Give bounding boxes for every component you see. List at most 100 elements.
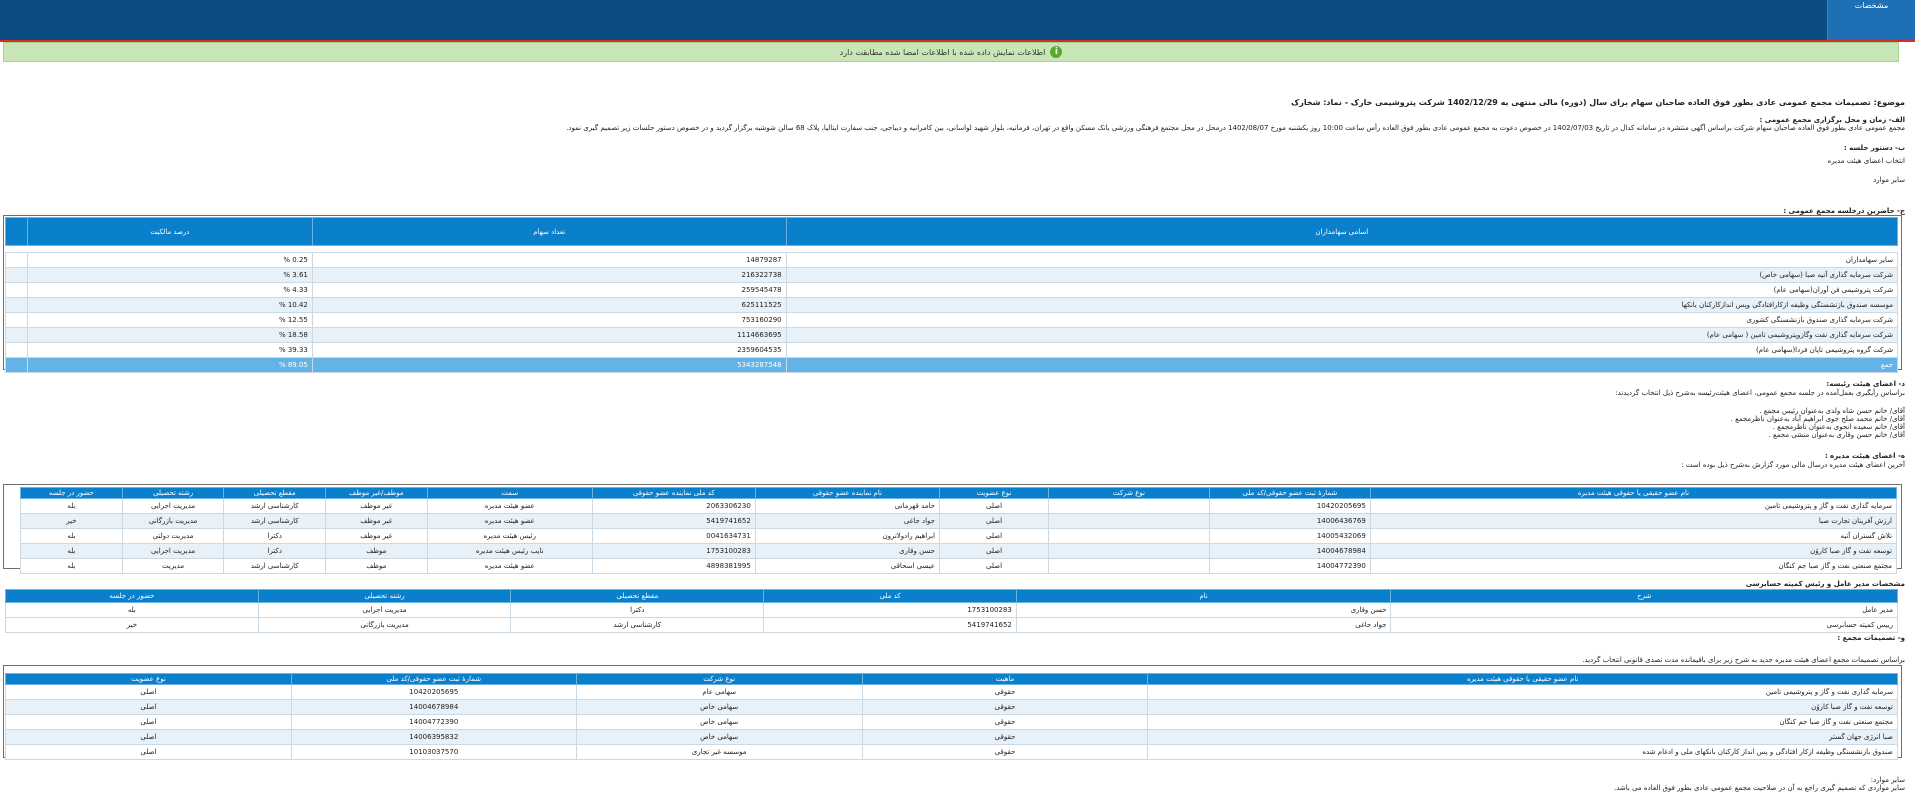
cell (1048, 528, 1210, 544)
cell: حامد قهرمانی (754, 498, 941, 514)
cell: حقوقی (861, 744, 1149, 760)
cell: 1114663695 (311, 327, 787, 343)
cell: مدیریت دولتی (121, 528, 225, 544)
cell: % 4.33 (27, 282, 313, 298)
cell: اصلی (938, 528, 1050, 544)
table-row: سرمایه گذاری نفت و گاز و پتروشیمی تامین ح… (5, 684, 1898, 700)
cell: 753160290 (311, 312, 787, 328)
cell: جواد جاغی (754, 513, 941, 529)
table-row: شرکت گروه پتروشیمی تاپان فردا(سهامی عام)… (4, 342, 1899, 358)
cell: سهامی خاص (575, 729, 863, 745)
col-header: درصد مالکیت (27, 217, 313, 246)
cell: مدیریت (121, 558, 225, 574)
cell: اصلی (938, 513, 1050, 529)
cell: 5419741652 (591, 513, 756, 529)
section-c-title: ج- حاضرین درجلسه مجمع عمومی : (1783, 207, 1905, 215)
section-d-text: براساس رأیگیری بعمل‌آمده در جلسه مجمع عم… (1615, 389, 1905, 397)
cell: نایب رئیس هیئت مدیره (426, 543, 593, 559)
cell: سهامی خاص (575, 714, 863, 730)
cell: 216322738 (311, 267, 787, 283)
cell: 625111525 (311, 297, 787, 313)
cell: 14004678984 (290, 699, 577, 715)
section-b-title: ب- دستور جلسه : (1843, 144, 1905, 152)
cell: مدیریت اجرایی (121, 543, 225, 559)
presiding-item: آقای/ خانم سعیده انجوی به‌عنوان ناظرمجمع… (1772, 423, 1905, 431)
notice-text: اطلاعات نمایش داده شده با اطلاعات امضا ش… (839, 47, 1046, 57)
cell: سایر سهامداران (785, 252, 1899, 268)
other-text: سایر مواردی که تصمیم گیری راجع به آن در … (1614, 784, 1905, 792)
col-header: ماهیت (861, 673, 1149, 685)
cell: 10420205695 (290, 684, 577, 700)
cell: کارشناسی ارشد (510, 617, 765, 633)
cell: غیر موظف (325, 528, 428, 544)
cell: عضو هیئت مدیره (426, 513, 593, 529)
table-row: توسعه نفت و گاز صبا کاروُن حقوقی سهامی خاص… (5, 699, 1898, 715)
agenda-item: سایر موارد (1873, 176, 1905, 184)
table-row: ارزش آفرینان تجارت صبا 14006436769 اصلی جوا… (20, 513, 1898, 529)
cell: 5419741652 (763, 617, 1017, 633)
cell: 14006395832 (290, 729, 577, 745)
cell (4, 297, 29, 313)
subject-text: تصمیمات مجمع عمومی عادی بطور فوق العاده … (1291, 98, 1871, 107)
cell: صبا انرژی جهان گستر (1147, 729, 1898, 745)
cell: دکترا (223, 543, 326, 559)
cell: 14006436769 (1208, 513, 1371, 529)
section-e-title: ه- اعضای هیئت مدیره : (1824, 452, 1905, 460)
col-header: حضور در جلسه (5, 589, 259, 603)
cell (4, 327, 29, 343)
cell: شرکت گروه پتروشیمی تاپان فردا(سهامی عام) (785, 342, 1899, 358)
col-header: نوع عضویت (5, 673, 292, 685)
cell: موسسه صندوق بازنشستگی وظیفه ازکارافتادگی… (785, 297, 1899, 313)
attendees-table: اسامی سهامداران تعداد سهام درصد مالکیت س… (4, 217, 1899, 373)
presiding-item: آقای/ خانم محمد صلح جوی ابراهیم آباد به‌… (1730, 415, 1905, 423)
decisions-table: نام عضو حقیقی یا حقوقی هیئت مدیره ماهیت … (5, 673, 1898, 760)
tab-details[interactable]: مشخصات (1827, 0, 1915, 40)
cell: مدیریت بازرگانی (257, 617, 512, 633)
cell: ابراهیم رادولاترون (754, 528, 941, 544)
cell: اصلی (938, 543, 1050, 559)
cell (4, 267, 29, 283)
subject-line: موضوع: تصمیمات مجمع عمومی عادی بطور فوق … (1291, 98, 1905, 107)
table-row: صندوق بازنشستگی وظیفه ازکار افتادگی و پس… (5, 744, 1898, 760)
cell: موسسه غیر تجاری (575, 744, 863, 760)
cell (4, 342, 29, 358)
cell: کارشناسی ارشد (223, 498, 326, 514)
cell (4, 252, 29, 268)
table-row: شرکت پتروشیمی فن آوران(سهامی عام) 2595454… (4, 282, 1899, 298)
cell: 1753100283 (591, 543, 756, 559)
table-row: شرکت سرمایه گذاری صندوق بازنشستگی کشوری 7… (4, 312, 1899, 328)
cell: شرکت سرمایه گذاری نفت وگازوپتروشیمی تامی… (785, 327, 1899, 343)
cell (4, 357, 29, 373)
col-header: کد ملی نماینده عضو حقوقی (591, 487, 756, 499)
cell: 14004772390 (1208, 558, 1371, 574)
cell: کارشناسی ارشد (223, 558, 326, 574)
cell: ارزش آفرینان تجارت صبا (1369, 513, 1898, 529)
col-header: نوع شرکت (575, 673, 863, 685)
table-row: شرکت سرمایه گذاری نفت وگازوپتروشیمی تامی… (4, 327, 1899, 343)
cell: دکترا (510, 602, 765, 618)
board-table: نام عضو حقیقی یا حقوقی هیئت مدیره شمارۀ … (20, 487, 1898, 574)
col-header: تعداد سهام (311, 217, 787, 246)
cell: جواد جاغی (1015, 617, 1392, 633)
cell: عضو هیئت مدیره (426, 498, 593, 514)
cell: 2359604535 (311, 342, 787, 358)
cell: 10420205695 (1208, 498, 1371, 514)
cell: دکترا (223, 528, 326, 544)
cell: سرمایه گذاری نفت و گاز و پتروشیمی تامین (1369, 498, 1898, 514)
cell: سهامی خاص (575, 699, 863, 715)
other-title: سایر موارد: (1870, 776, 1905, 784)
cell: حسن وقاری (754, 543, 941, 559)
cell: 1753100283 (763, 602, 1017, 618)
cell: بله (20, 558, 123, 574)
cell: حقوقی (861, 699, 1149, 715)
col-header: رشته تحصیلی (121, 487, 225, 499)
section-a-text: مجمع عمومی عادی بطور فوق العاده صاحبان س… (566, 124, 1905, 132)
cell: اصلی (5, 729, 292, 745)
table-row: مجتمع صنعتی نفت و گاز صبا جم کنگان حقوقی س… (5, 714, 1898, 730)
col-header: شمارۀ ثبت عضو حقوقی/کد ملی (1208, 487, 1371, 499)
section-e-text: آخرین اعضای هیئت مدیره درسال مالی مورد گ… (1681, 461, 1905, 469)
cell: % 0.25 (27, 252, 313, 268)
info-icon: i (1050, 46, 1063, 58)
cell: سرمایه گذاری نفت و گاز و پتروشیمی تامین (1147, 684, 1898, 700)
cell: بله (20, 528, 123, 544)
